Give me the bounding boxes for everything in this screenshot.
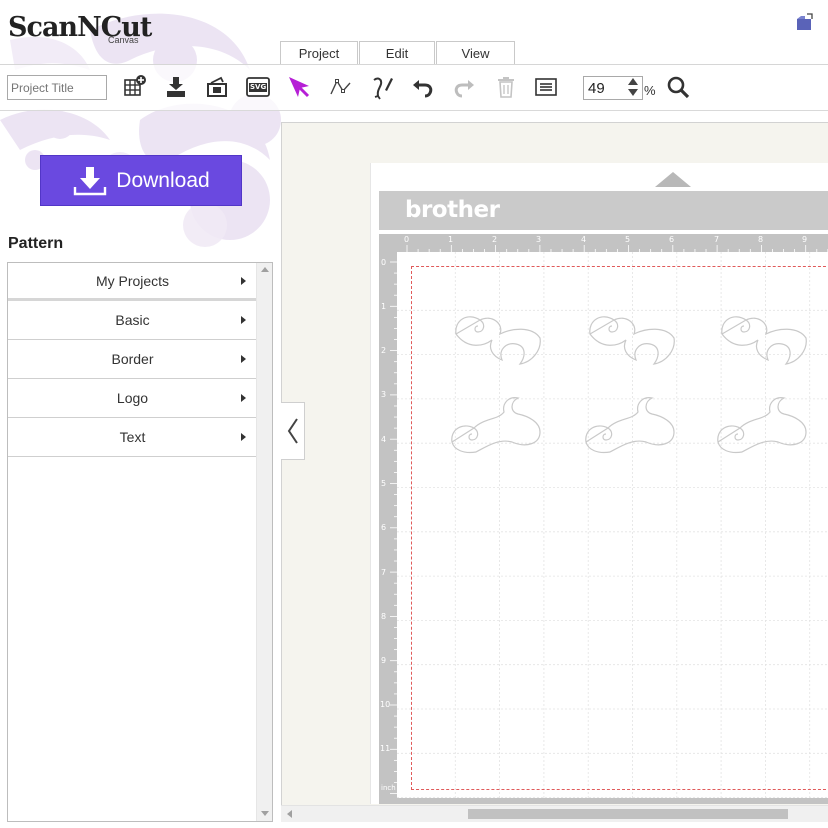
- mat-brand-label: brother: [405, 197, 500, 223]
- pattern-item-label: Border: [111, 351, 154, 367]
- scroll-down-icon[interactable]: [261, 811, 269, 816]
- redo-icon: [454, 80, 474, 98]
- ruler-top-label: 9: [802, 235, 808, 244]
- scanncut-logo: ScanNCut Canvas: [8, 8, 158, 48]
- zoom-unit: %: [644, 83, 656, 98]
- ruler-top-label: 3: [536, 235, 542, 244]
- ruler-left-label: 4: [381, 435, 387, 444]
- save-icon: [207, 76, 227, 97]
- node-edit-button[interactable]: [327, 73, 355, 101]
- ruler-unit-label: inch: [381, 784, 396, 792]
- mat-feed-arrow-icon: [655, 172, 691, 187]
- scroll-up-icon[interactable]: [261, 267, 269, 272]
- pattern-heading: Pattern: [8, 235, 64, 252]
- scrollbar-thumb[interactable]: [468, 809, 788, 819]
- save-button[interactable]: [203, 73, 231, 101]
- ruler-left-label: 3: [381, 390, 387, 399]
- tab-view[interactable]: View: [436, 41, 515, 65]
- delete-icon: [498, 77, 514, 98]
- ruler-left-label: 10: [380, 700, 391, 709]
- ruler-left-label: 5: [381, 479, 387, 488]
- rotate-tool-icon: [373, 77, 393, 100]
- caret-right-icon: [241, 394, 246, 402]
- redo-button[interactable]: [450, 73, 478, 101]
- app-window: ScanNCut Canvas Project Edit View Projec…: [0, 0, 828, 828]
- download-icon: [74, 166, 107, 195]
- pattern-item-basic[interactable]: Basic: [8, 301, 257, 340]
- flourish-shape[interactable]: [582, 392, 678, 456]
- download-label: Download: [116, 168, 210, 192]
- tab-edit[interactable]: Edit: [359, 41, 435, 65]
- select-arrow-icon: [289, 77, 310, 98]
- ruler-left-label: 11: [380, 744, 391, 753]
- pattern-item-logo[interactable]: Logo: [8, 379, 257, 418]
- download-button[interactable]: Download: [40, 155, 242, 206]
- caret-right-icon: [241, 316, 246, 324]
- collapse-panel-button[interactable]: [281, 402, 305, 460]
- zoom-button[interactable]: [664, 73, 692, 101]
- rotate-tool-button[interactable]: [368, 73, 396, 101]
- svg-import-button[interactable]: SVG: [244, 73, 272, 101]
- ruler-left: 0 1 2 3 4 5 6 7 8 9 10 11 inch: [379, 252, 397, 804]
- select-tool-button[interactable]: [285, 73, 313, 101]
- undo-icon: [413, 80, 433, 98]
- align-button[interactable]: [532, 73, 560, 101]
- import-icon: [167, 77, 185, 97]
- flourish-shape[interactable]: [714, 306, 810, 370]
- pattern-item-label: Text: [119, 429, 146, 445]
- ruler-top-label: 2: [492, 235, 498, 244]
- ruler-left-label: 9: [381, 656, 387, 665]
- mat-bottom-edge: [379, 798, 828, 804]
- flourish-shape[interactable]: [448, 392, 544, 456]
- ruler-top-label: 7: [714, 235, 720, 244]
- new-project-button[interactable]: [120, 73, 148, 101]
- zoom-search-icon: [667, 76, 690, 99]
- pattern-item-label: My Projects: [95, 272, 170, 289]
- pattern-item-text[interactable]: Text: [8, 418, 257, 457]
- pattern-item-label: Logo: [116, 390, 149, 406]
- canvas-horizontal-scrollbar[interactable]: [281, 805, 828, 822]
- ruler-left-label: 6: [381, 523, 387, 532]
- zoom-stepper[interactable]: [626, 74, 640, 100]
- toolbar: SVG: [0, 65, 828, 111]
- node-edit-icon: [330, 79, 351, 95]
- scroll-left-icon[interactable]: [287, 810, 292, 818]
- ruler-left-label: 0: [381, 258, 387, 267]
- ruler-left-label: 7: [381, 568, 387, 577]
- caret-right-icon: [241, 276, 246, 285]
- ruler-left-label: 8: [381, 612, 387, 621]
- chevron-left-icon: [287, 418, 298, 444]
- open-folder-icon[interactable]: [795, 12, 815, 32]
- ruler-left-label: 2: [381, 346, 387, 355]
- ruler-top: 0 1 2 3 4 5 6 7 8 9: [379, 234, 828, 252]
- project-title-input[interactable]: [7, 75, 107, 100]
- svg-badge-text: SVG: [250, 83, 267, 91]
- new-project-icon: [124, 75, 146, 96]
- pattern-item-border[interactable]: Border: [8, 340, 257, 379]
- main-tabs: Project Edit View: [280, 41, 516, 65]
- ruler-top-label: 1: [448, 235, 454, 244]
- caret-right-icon: [241, 355, 246, 363]
- ruler-left-label: 1: [381, 302, 387, 311]
- ruler-top-label: 6: [669, 235, 675, 244]
- logo-subtitle: Canvas: [108, 35, 139, 45]
- ruler-top-label: 5: [625, 235, 631, 244]
- tab-project[interactable]: Project: [280, 41, 358, 65]
- pattern-list-scrollbar[interactable]: [256, 263, 272, 821]
- align-icon: [535, 78, 557, 96]
- delete-button[interactable]: [492, 73, 520, 101]
- ruler-top-label: 8: [758, 235, 764, 244]
- undo-button[interactable]: [409, 73, 437, 101]
- ruler-top-label: 4: [581, 235, 587, 244]
- flourish-shape[interactable]: [448, 306, 544, 370]
- ruler-top-label: 0: [404, 235, 410, 244]
- pattern-item-label: Basic: [115, 312, 150, 328]
- flourish-shape[interactable]: [582, 306, 678, 370]
- pattern-list: My Projects Basic Border Logo Text: [7, 262, 273, 822]
- pattern-item-my-projects[interactable]: My Projects: [8, 263, 257, 301]
- import-button[interactable]: [162, 73, 190, 101]
- caret-right-icon: [241, 433, 246, 441]
- flourish-shape[interactable]: [714, 392, 810, 456]
